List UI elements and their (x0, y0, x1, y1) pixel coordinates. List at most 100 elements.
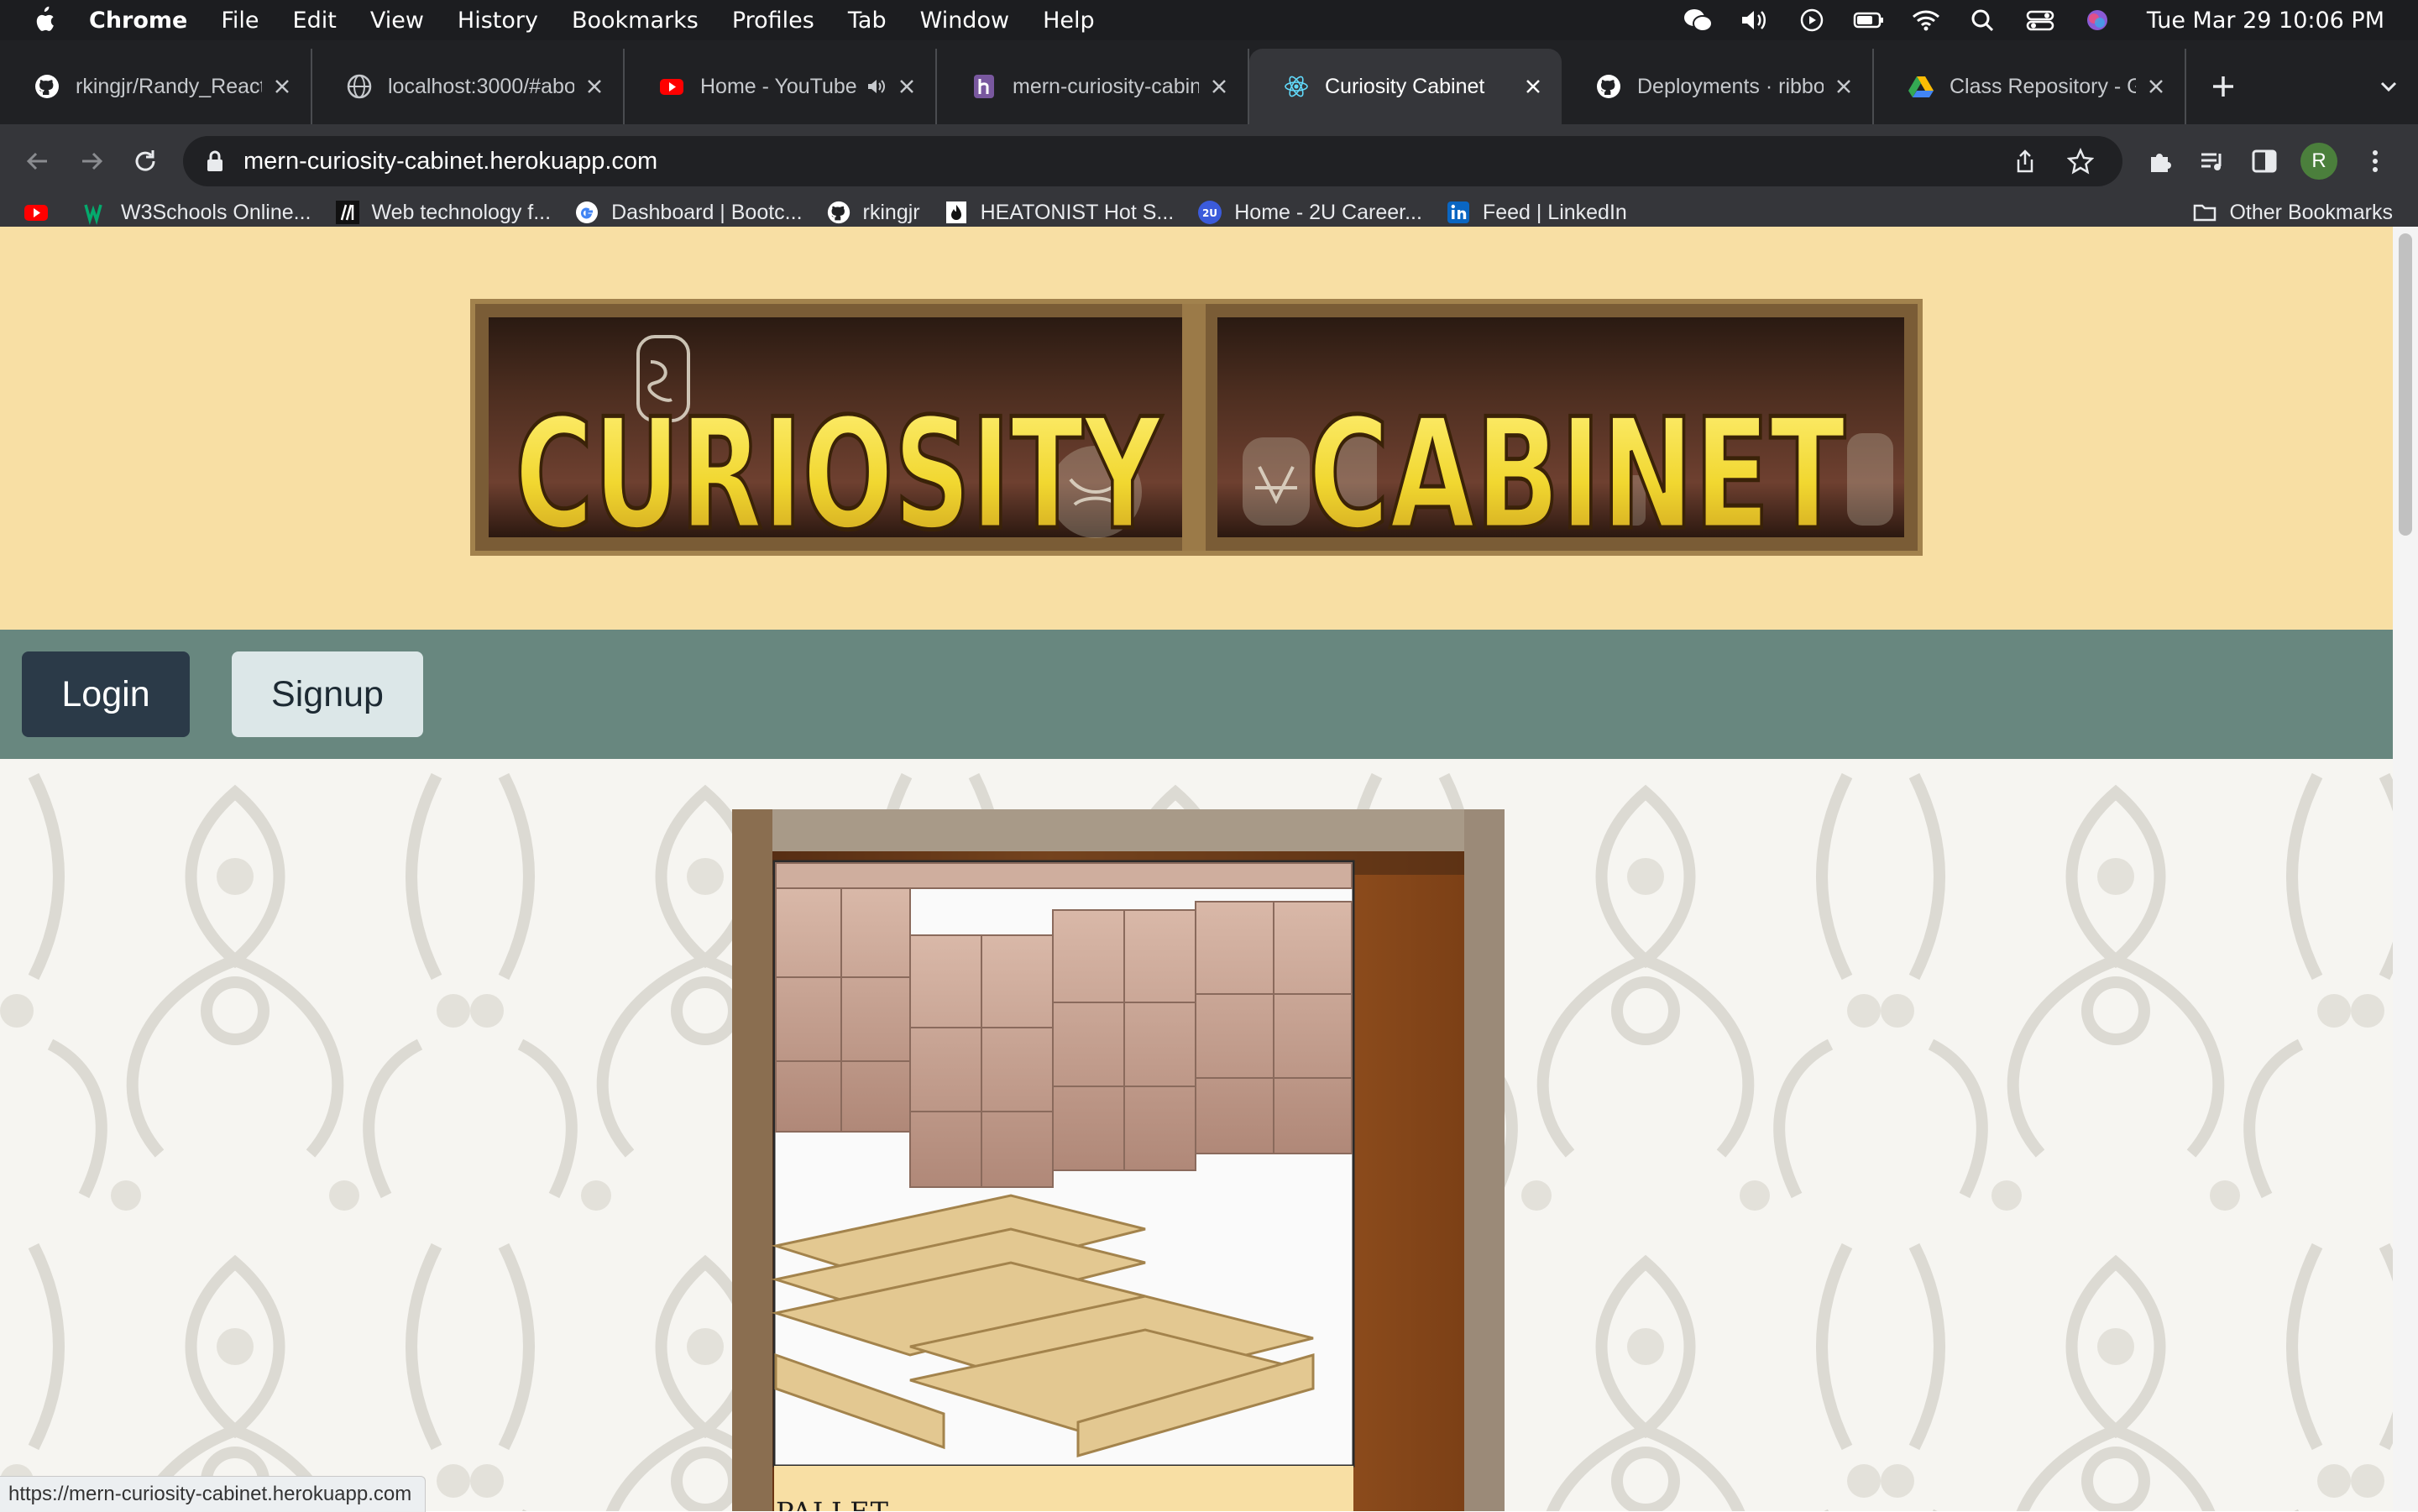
bookmark-web-technology[interactable]: Web technology f... (335, 200, 551, 225)
address-url[interactable]: mern-curiosity-cabinet.herokuapp.com (243, 148, 2012, 175)
youtube-icon (660, 79, 683, 95)
github-icon (1597, 75, 1620, 98)
reload-icon[interactable] (129, 145, 161, 177)
menu-view[interactable]: View (370, 8, 424, 34)
heroku-icon (974, 75, 994, 98)
menubar-clock[interactable]: Tue Mar 29 10:06 PM (2147, 8, 2384, 34)
star-icon[interactable] (2067, 148, 2094, 175)
google-icon (576, 201, 599, 223)
signup-button[interactable]: Signup (232, 651, 423, 737)
tab-title: Home - YouTube (700, 74, 856, 98)
close-icon[interactable] (1523, 76, 1543, 97)
auth-nav-bar: Login Signup (0, 630, 2393, 759)
media-playlist-icon[interactable] (2198, 147, 2227, 175)
more-vertical-icon[interactable] (2361, 147, 2389, 175)
menu-tab[interactable]: Tab (848, 8, 887, 34)
menu-history[interactable]: History (458, 8, 538, 34)
siri-icon[interactable] (2081, 8, 2113, 33)
github-icon (827, 201, 850, 224)
curiosity-cabinet-banner: CURIOSITY CABINET (470, 299, 1923, 556)
forward-arrow-icon[interactable] (76, 145, 107, 177)
login-button[interactable]: Login (22, 651, 190, 737)
bookmark-youtube[interactable] (24, 200, 60, 225)
back-arrow-icon[interactable] (22, 145, 54, 177)
close-icon[interactable] (584, 76, 604, 97)
menu-window[interactable]: Window (920, 8, 1009, 34)
google-drive-icon (1908, 76, 1934, 97)
close-icon[interactable] (1834, 76, 1854, 97)
volume-icon[interactable] (1739, 8, 1771, 33)
tab-localhost[interactable]: localhost:3000/#abou (312, 49, 625, 124)
search-icon[interactable] (1967, 8, 1999, 33)
bookmark-label: Other Bookmarks (2229, 200, 2393, 224)
tab-class-repository[interactable]: Class Repository - Go (1874, 49, 2186, 124)
github-icon (35, 75, 59, 98)
pallet-image (732, 809, 1505, 1511)
item-card[interactable]: PALLET (732, 809, 1505, 1511)
bookmark-label: Feed | LinkedIn (1482, 200, 1627, 224)
side-panel-icon[interactable] (2250, 147, 2279, 175)
tab-deployments[interactable]: Deployments · ribbon (1562, 49, 1874, 124)
banner-word-cabinet: CABINET (1308, 385, 1845, 556)
browser-tab-strip: rkingjr/Randy_React_ localhost:3000/#abo… (0, 40, 2418, 124)
speaker-icon[interactable] (866, 76, 887, 97)
close-icon[interactable] (1209, 76, 1229, 97)
menu-edit[interactable]: Edit (293, 8, 337, 34)
page-scrollbar[interactable] (2393, 227, 2418, 1511)
heatonist-icon (945, 201, 966, 223)
tab-heroku[interactable]: mern-curiosity-cabine (937, 49, 1249, 124)
profile-avatar[interactable]: R (2300, 143, 2337, 180)
w3schools-icon (84, 204, 102, 225)
item-card-title[interactable]: PALLET (776, 1496, 889, 1511)
tab-youtube[interactable]: Home - YouTube (625, 49, 937, 124)
play-circle-icon[interactable] (1796, 8, 1828, 33)
tab-title: Class Repository - Go (1950, 74, 2136, 98)
menu-help[interactable]: Help (1043, 8, 1095, 34)
tab-randy-react[interactable]: rkingjr/Randy_React_ (0, 49, 312, 124)
menu-profiles[interactable]: Profiles (732, 8, 814, 34)
bookmark-heatonist[interactable]: HEATONIST Hot S... (944, 200, 1174, 225)
lock-icon[interactable] (205, 149, 225, 173)
web-page: CURIOSITY CABINET Login Signup (0, 227, 2393, 1511)
menubar-status-area: Tue Mar 29 10:06 PM (1682, 8, 2384, 34)
menu-app-name[interactable]: Chrome (89, 8, 187, 34)
close-icon[interactable] (897, 76, 917, 97)
bookmark-label: Home - 2U Career... (1234, 200, 1422, 224)
2u-icon: 2U (1198, 201, 1222, 224)
bookmark-linkedin[interactable]: Feed | LinkedIn (1446, 200, 1627, 225)
wechat-icon[interactable] (1682, 8, 1714, 33)
bookmark-dashboard[interactable]: Dashboard | Bootc... (574, 200, 803, 225)
mdn-icon (335, 201, 359, 224)
site-header: CURIOSITY CABINET (0, 227, 2393, 630)
bookmark-label: Dashboard | Bootc... (611, 200, 803, 224)
macos-menu-bar: Chrome File Edit View History Bookmarks … (0, 0, 2418, 40)
wifi-icon[interactable] (1910, 8, 1942, 33)
scrollbar-thumb[interactable] (2399, 233, 2412, 536)
bookmark-other-folder[interactable]: Other Bookmarks (2192, 200, 2393, 225)
bookmark-label: rkingjr (862, 200, 920, 224)
share-icon[interactable] (2012, 148, 2039, 175)
tab-title: rkingjr/Randy_React_ (76, 74, 262, 98)
new-tab-icon[interactable] (2206, 70, 2240, 103)
extensions-puzzle-icon[interactable] (2146, 147, 2175, 175)
menu-file[interactable]: File (221, 8, 259, 34)
tab-title: Curiosity Cabinet (1325, 74, 1485, 98)
bookmark-rkingjr[interactable]: rkingjr (826, 200, 920, 225)
bookmark-2u-career[interactable]: 2U Home - 2U Career... (1197, 200, 1422, 225)
bookmark-w3schools[interactable]: W3Schools Online... (84, 200, 311, 225)
svg-text:2U: 2U (1202, 207, 1217, 219)
address-bar[interactable]: mern-curiosity-cabinet.herokuapp.com (183, 136, 2122, 186)
menu-bookmarks[interactable]: Bookmarks (572, 8, 699, 34)
control-center-icon[interactable] (2024, 8, 2056, 33)
linkedin-icon (1447, 201, 1469, 223)
close-icon[interactable] (2146, 76, 2166, 97)
battery-icon[interactable] (1853, 8, 1885, 33)
folder-icon (2194, 204, 2216, 222)
bookmark-label: W3Schools Online... (121, 200, 311, 224)
tab-curiosity-cabinet[interactable]: Curiosity Cabinet (1249, 49, 1562, 124)
youtube-icon (24, 205, 48, 221)
close-icon[interactable] (272, 76, 292, 97)
apple-icon[interactable] (30, 6, 55, 34)
chevron-down-icon[interactable] (2376, 74, 2401, 99)
react-icon (1285, 76, 1308, 97)
